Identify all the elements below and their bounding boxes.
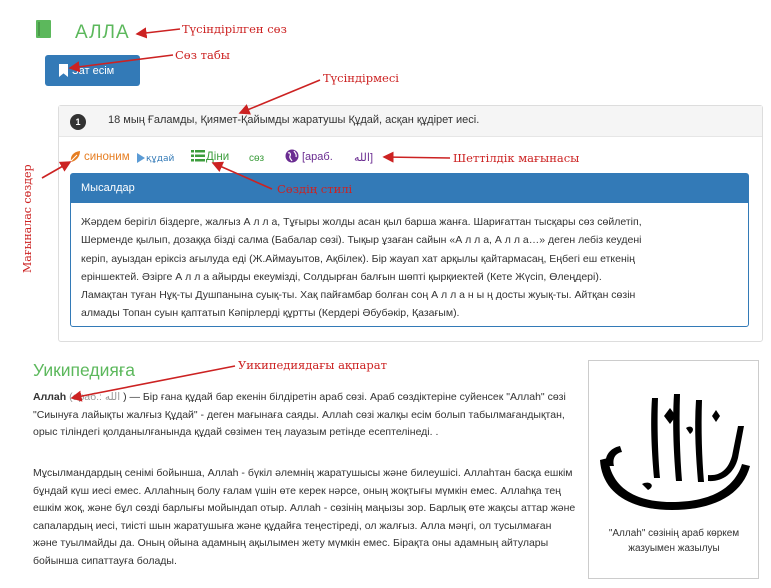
leaf-icon: [68, 151, 80, 164]
example-line: Жәрдем берігіл біздерге, жалғыз А л л а,…: [81, 216, 642, 228]
origin-label: [араб.: [302, 151, 333, 163]
allah-calligraphy-image: [600, 394, 750, 510]
definition-text: 18 мың Ғаламды, Қиямет-Қайымды жаратушы …: [108, 114, 480, 126]
wiki-term-origin-label: (араб.:: [69, 391, 102, 403]
book-icon: [36, 20, 51, 38]
annotation-word-class: Сөз табы: [175, 48, 230, 62]
play-icon: [137, 153, 145, 163]
globe-icon: [285, 149, 299, 163]
wiki-paragraph-2: Мұсылмандардың сенімі бойынша, Аллаһ - б…: [33, 467, 576, 567]
word-title: АЛЛА: [75, 22, 130, 43]
style-word-label: сөз: [249, 153, 265, 164]
bookmark-icon: [59, 64, 68, 77]
wiki-section-title: Уикипедияға: [33, 360, 135, 380]
annotation-explained-word: Түсіндірілген сөз: [182, 22, 287, 36]
example-line: алмады Топан суын қаптатып Кәпірлерді құ…: [81, 307, 460, 320]
wiki-term: Аллаһ: [33, 391, 67, 403]
annotation-related-words: Мағыналас сөздер: [21, 164, 34, 273]
synonym-word-link[interactable]: құдай: [146, 154, 174, 164]
example-line: еріншектей. Әзірге А л л а айырды екеумі…: [81, 270, 602, 283]
annotation-explanation: Түсіндірмесі: [323, 71, 399, 85]
annotation-foreign-meaning: Шеттілдік мағынасы: [453, 151, 580, 165]
style-religious-link[interactable]: Діни: [206, 151, 229, 163]
part-of-speech-label: Зат есім: [72, 64, 115, 77]
definition-number-badge: 1: [70, 114, 86, 130]
example-line: керіп, ауыздан еріксіз ағылуда еді (Ж.Ай…: [81, 252, 635, 265]
wiki-paragraph-1: Аллаһ (араб.: الله ) — Бір ғана құдай ба…: [33, 389, 573, 442]
example-line: Ламақтан туған Нұқ-ты Душпанына суық-ты.…: [81, 289, 636, 302]
figure-caption: "Аллаһ" сөзінің араб көркем жазуымен жаз…: [608, 528, 740, 554]
origin-arabic-script: الله]: [354, 152, 374, 164]
wiki-term-origin-script: الله: [104, 391, 121, 403]
list-icon: [191, 150, 205, 162]
example-line: Шерменде қылып, дозаққа бізді салма (Баб…: [81, 234, 642, 247]
part-of-speech-button[interactable]: Зат есім: [45, 55, 140, 86]
examples-header: Мысалдар: [71, 174, 748, 203]
examples-body: Жәрдем берігіл біздерге, жалғыз А л л а,…: [81, 213, 741, 323]
annotation-word-style: Сөздің стилі: [277, 182, 353, 196]
annotation-wiki-info: Уикипедиядағы ақпарат: [238, 358, 387, 372]
synonym-link[interactable]: синоним: [84, 151, 130, 163]
